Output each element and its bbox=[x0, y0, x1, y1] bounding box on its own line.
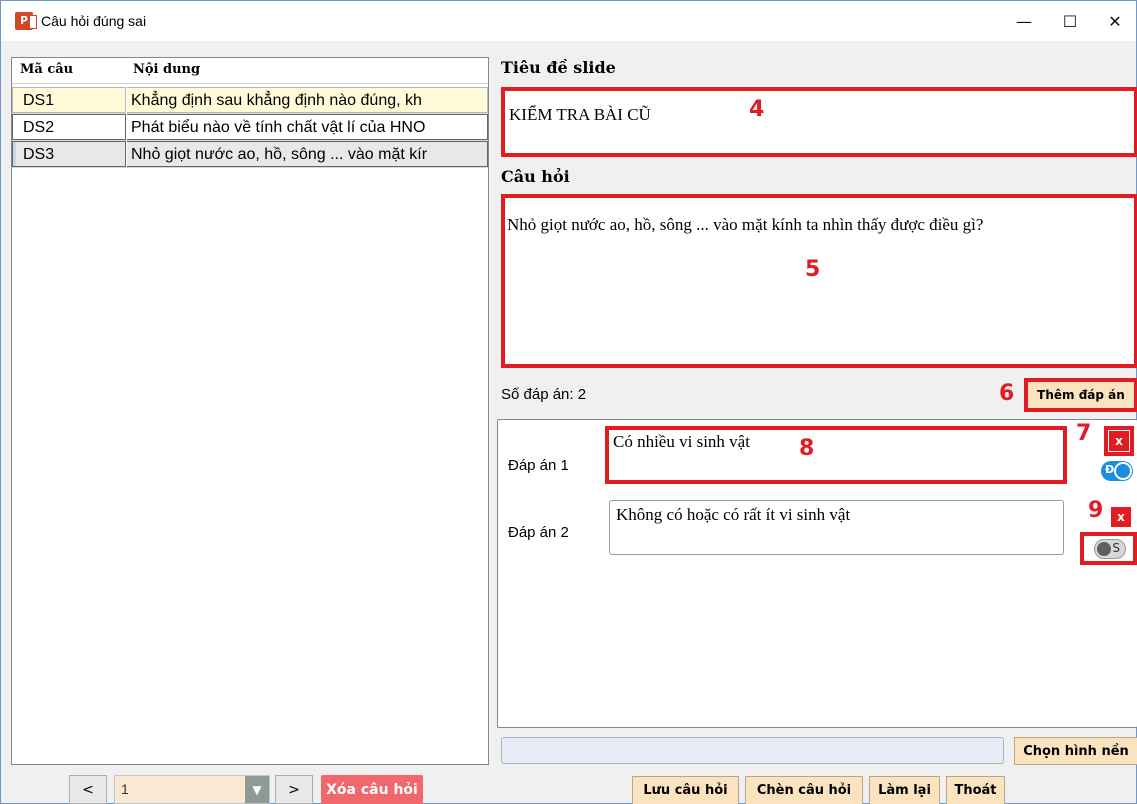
answers-panel[interactable]: Đáp án 1 Có nhiều vi sinh vật 8 7 x Đ Đá… bbox=[497, 419, 1137, 728]
table-row[interactable]: DS2 Phát biểu nào về tính chất vật lí củ… bbox=[12, 114, 488, 141]
chevron-down-icon[interactable]: ▼ bbox=[245, 776, 269, 803]
answer-1-true-false-toggle[interactable]: Đ bbox=[1101, 461, 1133, 481]
row-content[interactable]: Khẳng định sau khẳng định nào đúng, kh bbox=[127, 87, 488, 113]
marker-6: 6 bbox=[999, 381, 1015, 406]
answer-count: Số đáp án: 2 bbox=[501, 386, 587, 403]
toggle-letter: S bbox=[1112, 541, 1120, 555]
slide-title-field[interactable]: KIỂM TRA BÀI CŨ bbox=[501, 87, 1137, 157]
toggle-letter: Đ bbox=[1105, 463, 1115, 476]
answer-1-text: Có nhiều vi sinh vật bbox=[613, 432, 750, 451]
add-answer-button[interactable]: Thêm đáp án bbox=[1024, 378, 1137, 412]
redo-button[interactable]: Làm lại bbox=[869, 776, 940, 804]
list-header: Mã câu Nội dung bbox=[12, 58, 488, 84]
window-title: Câu hỏi đúng sai bbox=[41, 13, 147, 29]
question-value: Nhỏ giọt nước ao, hồ, sông ... vào mặt k… bbox=[507, 215, 984, 234]
next-page-button[interactable]: > bbox=[275, 775, 313, 804]
delete-question-button[interactable]: Xóa câu hỏi bbox=[321, 775, 423, 804]
row-code[interactable]: DS1 bbox=[12, 87, 126, 113]
background-path-input[interactable] bbox=[501, 737, 1004, 764]
dialog-window: P Câu hỏi đúng sai — ☐ ✕ Mã câu Nội dung… bbox=[0, 0, 1137, 804]
page-select[interactable]: 1 ▼ bbox=[114, 775, 270, 804]
title-bar: P Câu hỏi đúng sai — ☐ ✕ bbox=[1, 1, 1136, 41]
close-button[interactable]: ✕ bbox=[1092, 1, 1137, 41]
previous-page-button[interactable]: < bbox=[69, 775, 107, 804]
row-code[interactable]: DS3 bbox=[12, 141, 126, 167]
marker-7: 7 bbox=[1076, 421, 1092, 446]
save-question-button[interactable]: Lưu câu hỏi bbox=[632, 776, 739, 804]
maximize-button[interactable]: ☐ bbox=[1047, 1, 1093, 41]
slide-title-label: Tiêu đề slide bbox=[501, 58, 616, 77]
answer-1-field[interactable]: Có nhiều vi sinh vật bbox=[605, 426, 1067, 484]
page-select-value: 1 bbox=[121, 781, 129, 797]
marker-8: 8 bbox=[799, 436, 815, 461]
toggle-knob bbox=[1097, 542, 1111, 556]
minimize-button[interactable]: — bbox=[1001, 1, 1047, 41]
marker-4: 4 bbox=[749, 97, 765, 122]
row-content[interactable]: Phát biểu nào về tính chất vật lí của HN… bbox=[127, 114, 488, 140]
marker-5: 5 bbox=[805, 257, 821, 282]
delete-answer-1-button[interactable]: x bbox=[1109, 431, 1129, 451]
table-row[interactable]: DS1 Khẳng định sau khẳng định nào đúng, … bbox=[12, 87, 488, 114]
answer-2-text: Không có hoặc có rất ít vi sinh vật bbox=[616, 505, 851, 524]
powerpoint-icon: P bbox=[15, 12, 37, 30]
column-header-content[interactable]: Nội dung bbox=[133, 62, 200, 77]
answer-1-label: Đáp án 1 bbox=[508, 457, 569, 474]
column-header-code[interactable]: Mã câu bbox=[20, 62, 73, 77]
toggle-knob bbox=[1114, 462, 1132, 480]
row-code[interactable]: DS2 bbox=[12, 114, 126, 140]
exit-button[interactable]: Thoát bbox=[946, 776, 1005, 804]
table-row-selected[interactable]: DS3 Nhỏ giọt nước ao, hồ, sông ... vào m… bbox=[12, 141, 488, 168]
answer-1-delete-highlight: x bbox=[1104, 426, 1134, 456]
question-list[interactable]: Mã câu Nội dung DS1 Khẳng định sau khẳng… bbox=[11, 57, 489, 765]
answer-2-true-false-toggle[interactable]: S bbox=[1094, 539, 1126, 559]
insert-question-button[interactable]: Chèn câu hỏi bbox=[745, 776, 863, 804]
slide-title-value: KIỂM TRA BÀI CŨ bbox=[509, 105, 651, 124]
row-content[interactable]: Nhỏ giọt nước ao, hồ, sông ... vào mặt k… bbox=[127, 141, 488, 167]
answer-2-field[interactable]: Không có hoặc có rất ít vi sinh vật bbox=[609, 500, 1064, 555]
marker-9: 9 bbox=[1088, 498, 1104, 523]
answer-2-toggle-highlight: S bbox=[1080, 532, 1137, 565]
answer-2-label: Đáp án 2 bbox=[508, 524, 569, 541]
choose-background-button[interactable]: Chọn hình nền bbox=[1014, 737, 1137, 765]
delete-answer-2-button[interactable]: x bbox=[1111, 507, 1131, 527]
question-label: Câu hỏi bbox=[501, 167, 570, 186]
